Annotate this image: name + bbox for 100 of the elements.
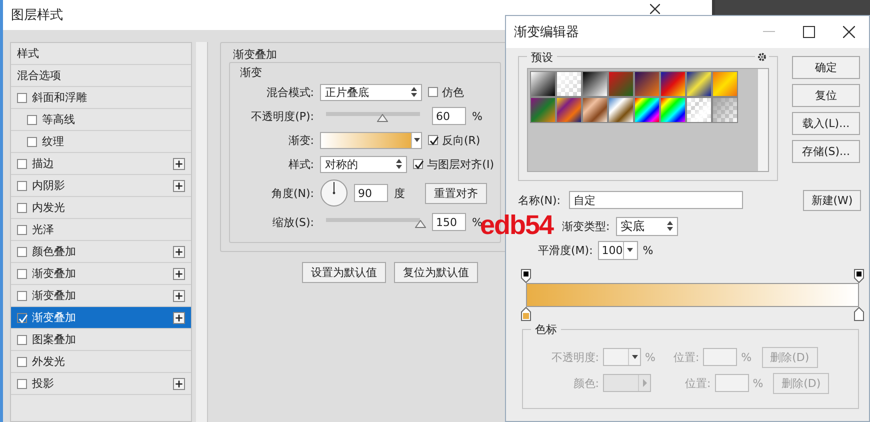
style-list-item[interactable]: 光泽 [11,219,191,241]
angle-dial[interactable] [320,179,348,207]
style-list-item[interactable]: 渐变叠加 [11,263,191,285]
style-list-item[interactable]: 描边 [11,153,191,175]
gradient-preset-swatch[interactable] [582,71,608,97]
dialog-button[interactable]: 载入(L)... [792,112,860,135]
plus-icon[interactable] [173,312,185,324]
checkbox[interactable] [17,92,27,102]
dropdown-arrow-icon[interactable] [414,138,420,142]
style-list-item[interactable]: 样式 [11,43,191,65]
gradient-preset-swatch[interactable] [608,97,634,123]
style-list-item[interactable]: 颜色叠加 [11,241,191,263]
checkbox[interactable] [17,268,27,278]
color-stop[interactable] [854,307,864,321]
style-list-item[interactable]: 投影 [11,373,191,395]
checkbox[interactable] [17,356,27,366]
dropdown-arrow-icon[interactable] [627,248,634,252]
style-list-item[interactable]: 纹理 [11,131,191,153]
checkbox[interactable] [17,246,27,256]
plus-icon[interactable] [173,180,185,192]
style-list-item[interactable]: 内发光 [11,197,191,219]
checkbox[interactable] [17,158,27,168]
checkbox[interactable] [17,180,27,190]
gradient-preset-swatch[interactable] [530,71,556,97]
slider-thumb[interactable] [377,114,388,122]
checkbox[interactable] [17,334,27,344]
opacity-stop[interactable] [521,269,531,283]
gradient-preset-swatch[interactable] [712,97,738,123]
smoothness-combo[interactable]: 100 [598,240,638,260]
scale-input[interactable]: 150 [432,213,466,231]
checkbox[interactable] [428,135,438,145]
checkbox[interactable] [17,224,27,234]
new-button[interactable]: 新建(W) [803,190,861,210]
maximize-icon[interactable] [803,26,815,38]
scrollbar[interactable] [758,69,768,171]
default-button[interactable]: 设置为默认值 [302,262,386,283]
style-label: 等高线 [42,112,76,127]
close-icon[interactable] [650,4,660,14]
slider-thumb[interactable] [415,220,426,228]
checkbox[interactable] [17,312,27,322]
style-label: 内发光 [32,200,66,215]
style-label: 内阴影 [32,178,66,193]
gradient-type-dropdown[interactable]: 实底 [616,216,678,236]
section-title: 渐变叠加 [232,48,278,61]
style-dropdown[interactable]: 对称的 [320,156,408,172]
checkbox[interactable] [27,114,37,124]
unit-label: % [741,350,752,364]
checkbox[interactable] [17,290,27,300]
unit-label: % [642,244,654,256]
dropdown-arrow-icon[interactable] [632,355,638,359]
gradient-preset-swatch[interactable] [660,71,686,97]
scrollbar[interactable] [196,42,208,422]
name-input[interactable]: 自定 [568,191,743,209]
checkbox[interactable] [428,87,438,97]
style-list-item[interactable]: 混合选项 [11,65,191,87]
checkbox[interactable] [27,136,37,146]
color-stop[interactable] [521,307,531,321]
plus-icon[interactable] [173,290,185,302]
gradient-preset-swatch[interactable] [582,97,608,123]
style-list-item[interactable]: 内阴影 [11,175,191,197]
gradient-preset-swatch[interactable] [660,97,686,123]
style-list-item[interactable]: 渐变叠加 [11,307,191,329]
dialog-button[interactable]: 存储(S)... [792,140,860,163]
dialog-button[interactable]: 复位 [792,84,860,107]
default-button[interactable]: 复位为默认值 [394,262,478,283]
gradient-preset-swatch[interactable] [608,71,634,97]
plus-icon[interactable] [173,158,185,170]
close-icon[interactable] [843,26,855,38]
style-label: 光泽 [32,222,55,237]
reset-align-button[interactable]: 重置对齐 [425,182,487,204]
blend-mode-dropdown[interactable]: 正片叠底 [320,84,422,100]
play-arrow-icon [642,379,646,387]
checkbox[interactable] [17,202,27,212]
style-label: 渐变叠加 [32,266,77,281]
gradient-preset-swatch[interactable] [530,97,556,123]
opacity-input[interactable]: 60 [432,107,466,125]
style-list-item[interactable]: 等高线 [11,109,191,131]
spin-arrows-icon [411,87,417,97]
angle-input[interactable]: 90 [354,184,388,202]
style-list-item[interactable]: 图案叠加 [11,329,191,351]
plus-icon[interactable] [173,268,185,280]
unit-label: % [472,216,482,228]
gradient-preset-swatch[interactable] [634,71,660,97]
plus-icon[interactable] [173,378,185,390]
style-list-item[interactable]: 外发光 [11,351,191,373]
checkbox[interactable] [17,378,27,388]
gradient-preset-swatch[interactable] [556,71,582,97]
dialog-button[interactable]: 确定 [792,56,860,79]
gradient-preset-swatch[interactable] [556,97,582,123]
style-list-item[interactable]: 斜面和浮雕 [11,87,191,109]
gradient-preset-swatch[interactable] [686,97,712,123]
opacity-stop[interactable] [854,269,864,283]
gradient-preset-swatch[interactable] [712,71,738,97]
gradient-preset-swatch[interactable] [634,97,660,123]
style-label: 图案叠加 [32,332,77,347]
checkbox[interactable] [413,159,424,169]
plus-icon[interactable] [173,246,185,258]
style-label: 外发光 [32,354,66,369]
gradient-preset-swatch[interactable] [686,71,712,97]
style-label: 渐变叠加 [32,288,77,303]
